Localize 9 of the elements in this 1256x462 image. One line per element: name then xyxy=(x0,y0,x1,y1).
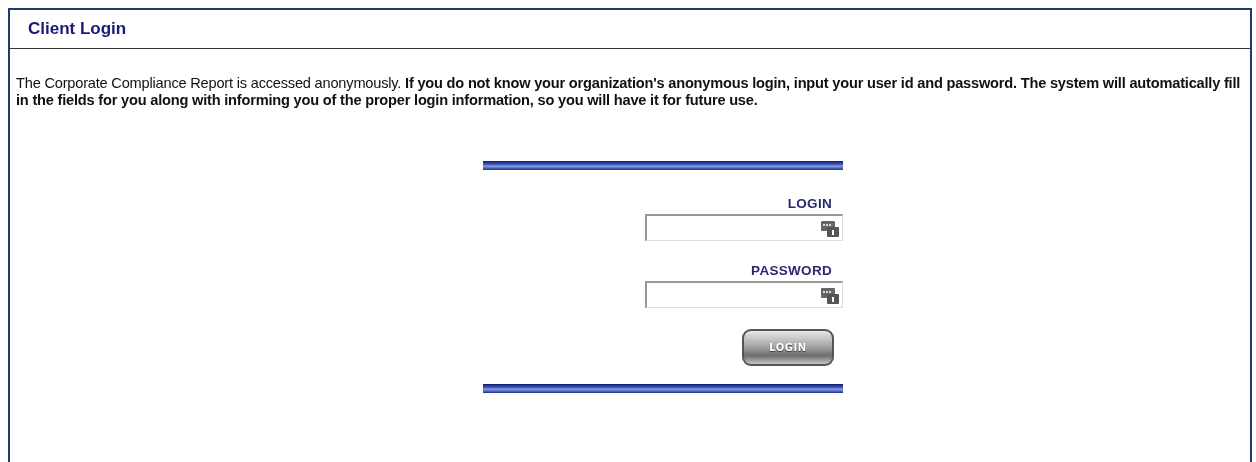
input-field[interactable] xyxy=(645,214,843,241)
input-field[interactable] xyxy=(645,281,843,308)
panel-title: Client Login xyxy=(28,19,127,39)
login-button[interactable]: LOGIN xyxy=(742,329,834,366)
keypad-icon xyxy=(820,287,840,305)
field-label: LOGIN xyxy=(787,196,832,211)
intro-text: The Corporate Compliance Report is accessed anonymously. If you do not know your organization's anonymous login, input your user id and password. The system will automatically fill in the fields for you along with informing you of the proper login information, so you will have it for future use. xyxy=(16,75,1242,109)
keypad-icon xyxy=(820,220,840,238)
field-label: PASSWORD xyxy=(751,263,832,278)
